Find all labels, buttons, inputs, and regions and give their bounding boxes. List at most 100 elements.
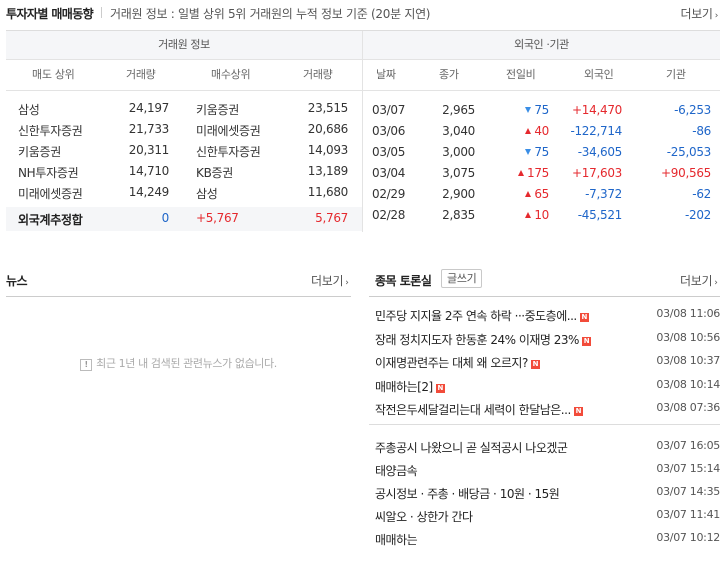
investor-trend-header: 투자자별 매매동향 거래원 정보 : 일별 상위 5위 거래원의 누적 정보 기… <box>0 0 726 24</box>
board-more-link[interactable]: 더보기 › <box>680 272 718 289</box>
broker-sell-name: 신한투자증권 <box>18 124 83 138</box>
more-link[interactable]: 더보기 › <box>680 5 718 22</box>
board-post-date: 03/07 14:35 <box>656 485 720 498</box>
board-post-title[interactable]: 태양금속 <box>375 462 418 479</box>
chevron-right-icon: › <box>345 278 349 288</box>
triangle-up-icon <box>517 170 524 176</box>
board-post-date: 03/08 07:36 <box>656 401 720 414</box>
board-post-text: 태양금속 <box>375 464 418 478</box>
table-divider <box>362 31 363 232</box>
board-post-title[interactable]: 작전은두세달걸리는대 세력이 한달남은... N <box>375 401 583 418</box>
board-post-text: 작전은두세달걸리는대 세력이 한달남은... <box>375 403 571 417</box>
broker-sell-volume: 14,249 <box>128 185 170 199</box>
board-post-text: 씨알오 · 상한가 간다 <box>375 510 473 524</box>
new-badge-icon: N <box>581 336 591 346</box>
board-post[interactable]: 주총공시 나왔으니 곧 실적공시 나오겠군 03/07 16:05 <box>375 439 720 457</box>
board-post[interactable]: 공시정보 · 주총 · 배당금 · 10원 · 15원 03/07 14:35 <box>375 485 720 503</box>
board-post-text: 장래 정치지도자 한동훈 24% 이재명 23% <box>375 332 579 347</box>
inst-institution: -25,053 <box>666 145 712 159</box>
section-title: 투자자별 매매동향 <box>6 7 94 21</box>
inst-institution: -62 <box>692 187 711 201</box>
inst-close: 3,075 <box>442 166 475 180</box>
triangle-down-icon <box>525 149 532 155</box>
broker-buy-name: 키움증권 <box>196 103 239 117</box>
inst-close: 2,900 <box>442 187 475 201</box>
col-foreign: 외국인 <box>584 68 614 81</box>
board-post-text: 매매하는 <box>375 533 418 547</box>
board-post-title[interactable]: 공시정보 · 주총 · 배당금 · 10원 · 15원 <box>375 485 560 502</box>
board-post[interactable]: 장래 정치지도자 한동훈 24% 이재명 23% N 03/08 10:56 <box>375 331 720 349</box>
broker-buy-name: 신한투자증권 <box>196 145 261 159</box>
inst-close: 3,000 <box>442 145 475 159</box>
inst-date: 03/07 <box>372 103 406 117</box>
inst-change: 75 <box>486 145 549 159</box>
board-post-title[interactable]: 이재명관련주는 대체 왜 오르지? N <box>375 354 540 371</box>
triangle-up-icon <box>525 128 532 134</box>
board-divider <box>369 296 720 297</box>
inst-institution: -202 <box>684 208 711 222</box>
board-post[interactable]: 매매하는 03/07 10:12 <box>375 531 720 549</box>
inst-institution: +90,565 <box>661 166 711 180</box>
news-more-link[interactable]: 더보기 › <box>311 272 349 289</box>
inst-close: 2,965 <box>442 103 475 117</box>
chevron-right-icon: › <box>714 11 719 21</box>
more-label: 더보기 <box>311 274 344 288</box>
inst-foreign: +14,470 <box>572 103 622 117</box>
broker-sell-name: NH투자증권 <box>18 166 79 180</box>
col-close: 종가 <box>439 68 459 81</box>
board-post-text: 공시정보 · 주총 · 배당금 · 10원 · 15원 <box>375 487 560 501</box>
more-label: 더보기 <box>680 7 713 21</box>
broker-sell-volume: 21,733 <box>128 122 170 136</box>
broker-sell-volume: 20,311 <box>128 143 170 157</box>
new-badge-icon: N <box>579 313 589 322</box>
broker-group-header: 거래원 정보 <box>6 31 362 60</box>
board-post-text: 이재명관련주는 대체 왜 오르지? <box>375 356 528 370</box>
triangle-up-icon <box>525 191 532 197</box>
foreign-total-net: +5,767 <box>196 211 239 225</box>
inst-change: 40 <box>486 124 549 138</box>
board-post-title[interactable]: 씨알오 · 상한가 간다 <box>375 508 473 525</box>
col-buy-top: 매수상위 <box>211 68 251 81</box>
write-post-button[interactable]: 글쓰기 <box>441 269 483 288</box>
broker-column-headers: 매도 상위 거래량 매수상위 거래량 <box>6 60 362 91</box>
inst-date: 02/28 <box>372 208 406 222</box>
new-badge-icon: N <box>573 407 583 416</box>
col-sell-top: 매도 상위 <box>32 68 75 81</box>
board-post-title[interactable]: 주총공시 나왔으니 곧 실적공시 나오겠군 <box>375 439 568 456</box>
board-post-text: 매매하는[2] <box>375 379 433 394</box>
board-post[interactable]: 씨알오 · 상한가 간다 03/07 11:41 <box>375 508 720 526</box>
board-post[interactable]: 민주당 지지율 2주 연속 하락 ···중도층에... N 03/08 11:06 <box>375 307 720 325</box>
board-post[interactable]: 이재명관련주는 대체 왜 오르지? N 03/08 10:37 <box>375 354 720 372</box>
broker-buy-volume: 23,515 <box>307 101 349 115</box>
inst-foreign: -122,714 <box>570 124 622 138</box>
inst-close: 3,040 <box>442 124 475 138</box>
broker-sell-name: 키움증권 <box>18 145 61 159</box>
foreign-total-sell-volume: 0 <box>161 211 170 225</box>
broker-buy-name: 미래에셋증권 <box>196 124 261 138</box>
col-sell-volume: 거래량 <box>126 68 156 81</box>
news-divider <box>6 296 351 297</box>
board-post-title[interactable]: 매매하는 <box>375 531 418 548</box>
trade-tables: 거래원 정보 외국인 ·기관 매도 상위 거래량 매수상위 거래량 날짜 종가 … <box>6 30 720 232</box>
warning-icon: ! <box>80 359 93 371</box>
news-empty-text: 최근 1년 내 검색된 관련뉴스가 없습니다. <box>96 357 277 370</box>
foreign-total-buy-volume: 5,767 <box>315 211 348 225</box>
broker-buy-volume: 11,680 <box>307 185 349 199</box>
board-post-title[interactable]: 민주당 지지율 2주 연속 하락 ···중도층에... N <box>375 307 589 324</box>
broker-sell-volume: 14,710 <box>128 164 170 178</box>
chevron-right-icon: › <box>714 278 718 288</box>
broker-buy-name: KB증권 <box>196 166 233 180</box>
inst-change: 65 <box>486 187 549 201</box>
board-post[interactable]: 작전은두세달걸리는대 세력이 한달남은... N 03/08 07:36 <box>375 401 720 419</box>
col-institution: 기관 <box>666 68 686 81</box>
inst-group-header: 외국인 ·기관 <box>363 31 720 60</box>
broker-sell-name: 미래에셋증권 <box>18 187 83 201</box>
foreign-total-label: 외국계추정합 <box>18 213 83 227</box>
board-post-title[interactable]: 매매하는[2] N <box>375 378 445 395</box>
board-post[interactable]: 태양금속 03/07 15:14 <box>375 462 720 480</box>
inst-institution: -6,253 <box>674 103 711 117</box>
triangle-up-icon <box>525 212 532 218</box>
board-post[interactable]: 매매하는[2] N 03/08 10:14 <box>375 378 720 396</box>
board-post-title[interactable]: 장래 정치지도자 한동훈 24% 이재명 23% N <box>375 331 591 348</box>
inst-foreign: +17,603 <box>572 166 622 180</box>
